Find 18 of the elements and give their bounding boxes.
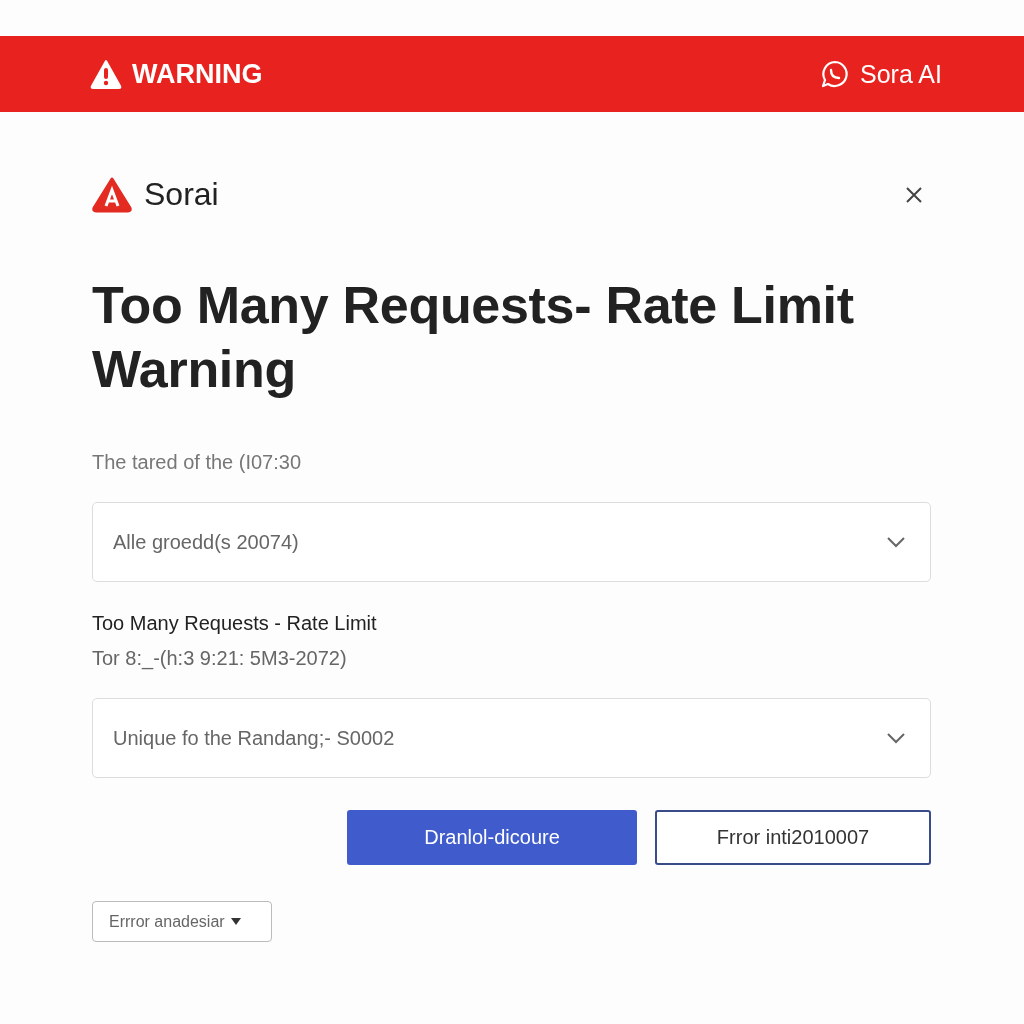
field-label: Too Many Requests - Rate Limit xyxy=(92,612,378,635)
subtitle: The tared of the (I07:30 xyxy=(92,451,303,474)
warning-icon xyxy=(90,59,122,89)
app-name: Sorai xyxy=(144,176,219,213)
logo-icon xyxy=(92,176,132,213)
dropdown-field[interactable]: Alle groedd(s 20074) xyxy=(92,502,931,582)
brand-name: Sora AI xyxy=(860,59,942,89)
dialog-heading: Too Many Requests- Rate Limit Warning xyxy=(92,275,855,400)
chevron-down-icon xyxy=(886,732,906,744)
dropdown-field[interactable]: Unique fo the Randang;- S0002 xyxy=(92,698,931,778)
action-button[interactable]: Frror inti2010007 xyxy=(655,810,931,865)
chat-bubble-icon xyxy=(820,59,850,89)
menu-button[interactable]: Errror anadesiar xyxy=(92,901,272,942)
field-hint: Tor 8:_-(h:3 9:21: 5M3-2072) xyxy=(92,647,348,670)
banner-title: WARNING xyxy=(132,58,263,90)
chevron-down-icon xyxy=(886,536,906,548)
caret-icon xyxy=(230,918,241,925)
action-button[interactable]: Dranlol-dicoure xyxy=(347,810,637,865)
